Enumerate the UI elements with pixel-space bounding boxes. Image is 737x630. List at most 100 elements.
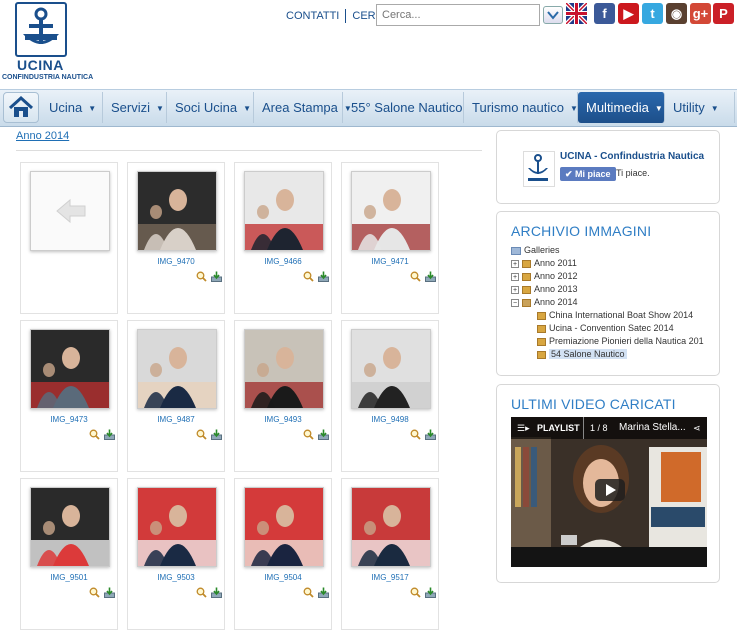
zoom-icon[interactable] xyxy=(196,429,207,440)
youtube-icon[interactable]: ▶ xyxy=(618,3,639,24)
gallery-thumbnail[interactable] xyxy=(137,329,217,409)
zoom-icon[interactable] xyxy=(89,587,100,598)
ucina-logo[interactable]: UCINA CONFINDUSTRIA NAUTICA xyxy=(2,2,93,82)
gallery-thumbnail[interactable] xyxy=(351,487,431,567)
zoom-icon[interactable] xyxy=(196,271,207,282)
twitter-icon[interactable]: t xyxy=(642,3,663,24)
nav-item-area-stampa[interactable]: Area Stampa ▼ xyxy=(254,92,352,123)
nav-item-55-salone-nautico[interactable]: 55° Salone Nautico xyxy=(343,92,464,123)
pinterest-icon[interactable]: P xyxy=(713,3,734,24)
folder-icon xyxy=(537,337,546,346)
play-button[interactable] xyxy=(595,479,625,501)
fb-page-name[interactable]: UCINA - Confindustria Nautica xyxy=(560,151,704,162)
zoom-icon[interactable] xyxy=(303,271,314,282)
download-icon[interactable] xyxy=(318,271,329,282)
tree-child-pionieri[interactable]: Premiazione Pionieri della Nautica 201 xyxy=(511,335,704,348)
download-icon[interactable] xyxy=(211,271,222,282)
gallery-thumbnail[interactable] xyxy=(351,329,431,409)
nav-item-soci-ucina[interactable]: Soci Ucina ▼ xyxy=(167,92,254,123)
nav-item-servizi[interactable]: Servizi ▼ xyxy=(103,92,167,123)
search-input[interactable] xyxy=(376,4,540,26)
image-caption[interactable]: IMG_9471 xyxy=(342,257,438,266)
expand-icon[interactable]: + xyxy=(511,285,519,294)
googleplus-icon[interactable]: g+ xyxy=(690,3,711,24)
nav-item-utility[interactable]: Utility ▼ xyxy=(665,92,735,123)
download-icon[interactable] xyxy=(318,429,329,440)
gallery-thumbnail[interactable] xyxy=(351,171,431,251)
image-caption[interactable]: IMG_9470 xyxy=(128,257,224,266)
archive-title: ARCHIVIO IMMAGINI xyxy=(511,223,652,239)
share-icon[interactable]: ⋖ xyxy=(693,417,701,439)
image-caption[interactable]: IMG_9503 xyxy=(128,573,224,582)
download-icon[interactable] xyxy=(425,271,436,282)
image-caption[interactable]: IMG_9501 xyxy=(21,573,117,582)
zoom-icon[interactable] xyxy=(89,429,100,440)
tree-item-2012[interactable]: + Anno 2012 xyxy=(511,270,704,283)
zoom-icon[interactable] xyxy=(196,587,207,598)
nav-item-turismo-nautico[interactable]: Turismo nautico ▼ xyxy=(464,92,578,123)
fb-like-button[interactable]: ✔ Mi piace xyxy=(560,167,616,181)
folder-icon xyxy=(537,350,546,359)
expand-icon[interactable]: + xyxy=(511,259,519,268)
facebook-like-panel: UCINA - Confindustria Nautica ✔ Mi piace… xyxy=(496,130,720,204)
image-caption[interactable]: IMG_9504 xyxy=(235,573,331,582)
download-icon[interactable] xyxy=(425,587,436,598)
back-arrow-button[interactable] xyxy=(30,171,110,251)
dropdown-arrow-icon: ▼ xyxy=(243,104,252,114)
download-icon[interactable] xyxy=(104,429,115,440)
nav-item-ucina[interactable]: Ucina ▼ xyxy=(41,92,103,123)
tree-child-china[interactable]: China International Boat Show 2014 xyxy=(511,309,704,322)
gallery-thumbnail[interactable] xyxy=(244,171,324,251)
zoom-icon[interactable] xyxy=(303,587,314,598)
tree-item-2011[interactable]: + Anno 2011 xyxy=(511,257,704,270)
zoom-icon[interactable] xyxy=(410,429,421,440)
ucina-page-logo xyxy=(523,151,555,187)
playlist-icon[interactable]: ☰▸ xyxy=(517,417,530,439)
gallery-thumbnail[interactable] xyxy=(244,329,324,409)
download-icon[interactable] xyxy=(318,587,329,598)
tree-child-salone[interactable]: 54 Salone Nautico xyxy=(511,348,704,361)
zoom-icon[interactable] xyxy=(303,429,314,440)
gallery-thumbnail[interactable] xyxy=(30,487,110,567)
facebook-icon[interactable]: f xyxy=(594,3,615,24)
nav-item-multimedia[interactable]: Multimedia ▼ xyxy=(578,92,665,123)
home-button[interactable] xyxy=(3,92,39,123)
tree-item-2014[interactable]: − Anno 2014 xyxy=(511,296,704,309)
instagram-icon[interactable]: ◉ xyxy=(666,3,687,24)
expand-icon[interactable]: + xyxy=(511,272,519,281)
collapse-icon[interactable]: − xyxy=(511,298,519,307)
zoom-icon[interactable] xyxy=(410,587,421,598)
nav-item-label: Servizi xyxy=(111,100,151,115)
video-player[interactable]: ☰▸ PLAYLIST 1 / 8 Marina Stella... ⋖ xyxy=(511,417,707,567)
dropdown-arrow-icon: ▼ xyxy=(156,104,164,114)
breadcrumb-divider xyxy=(16,150,482,151)
download-icon[interactable] xyxy=(211,587,222,598)
gallery-thumbnail[interactable] xyxy=(244,487,324,567)
search-dropdown-button[interactable] xyxy=(543,6,563,24)
folder-icon xyxy=(537,311,546,320)
tree-root[interactable]: Galleries xyxy=(511,244,704,257)
download-icon[interactable] xyxy=(211,429,222,440)
tree-child-satec[interactable]: Ucina - Convention Satec 2014 xyxy=(511,322,704,335)
tree-item-2013[interactable]: + Anno 2013 xyxy=(511,283,704,296)
image-caption[interactable]: IMG_9466 xyxy=(235,257,331,266)
download-icon[interactable] xyxy=(425,429,436,440)
image-caption[interactable]: IMG_9493 xyxy=(235,415,331,424)
zoom-icon[interactable] xyxy=(410,271,421,282)
folder-icon xyxy=(522,259,531,268)
breadcrumb[interactable]: Anno 2014 xyxy=(16,130,69,142)
image-caption[interactable]: IMG_9517 xyxy=(342,573,438,582)
video-title[interactable]: Marina Stella... xyxy=(619,417,686,439)
gallery-thumbnail[interactable] xyxy=(137,487,217,567)
download-icon[interactable] xyxy=(104,587,115,598)
image-caption[interactable]: IMG_9487 xyxy=(128,415,224,424)
gallery-thumbnail[interactable] xyxy=(30,329,110,409)
image-caption[interactable]: IMG_9473 xyxy=(21,415,117,424)
playlist-label[interactable]: PLAYLIST xyxy=(537,417,580,439)
image-caption[interactable]: IMG_9498 xyxy=(342,415,438,424)
contatti-link[interactable]: CONTATTI xyxy=(280,10,345,22)
gallery-item: IMG_9504 xyxy=(234,478,332,630)
gallery-thumbnail[interactable] xyxy=(137,171,217,251)
uk-flag-icon[interactable] xyxy=(564,1,589,26)
tree-child-label: China International Boat Show 2014 xyxy=(549,310,694,320)
